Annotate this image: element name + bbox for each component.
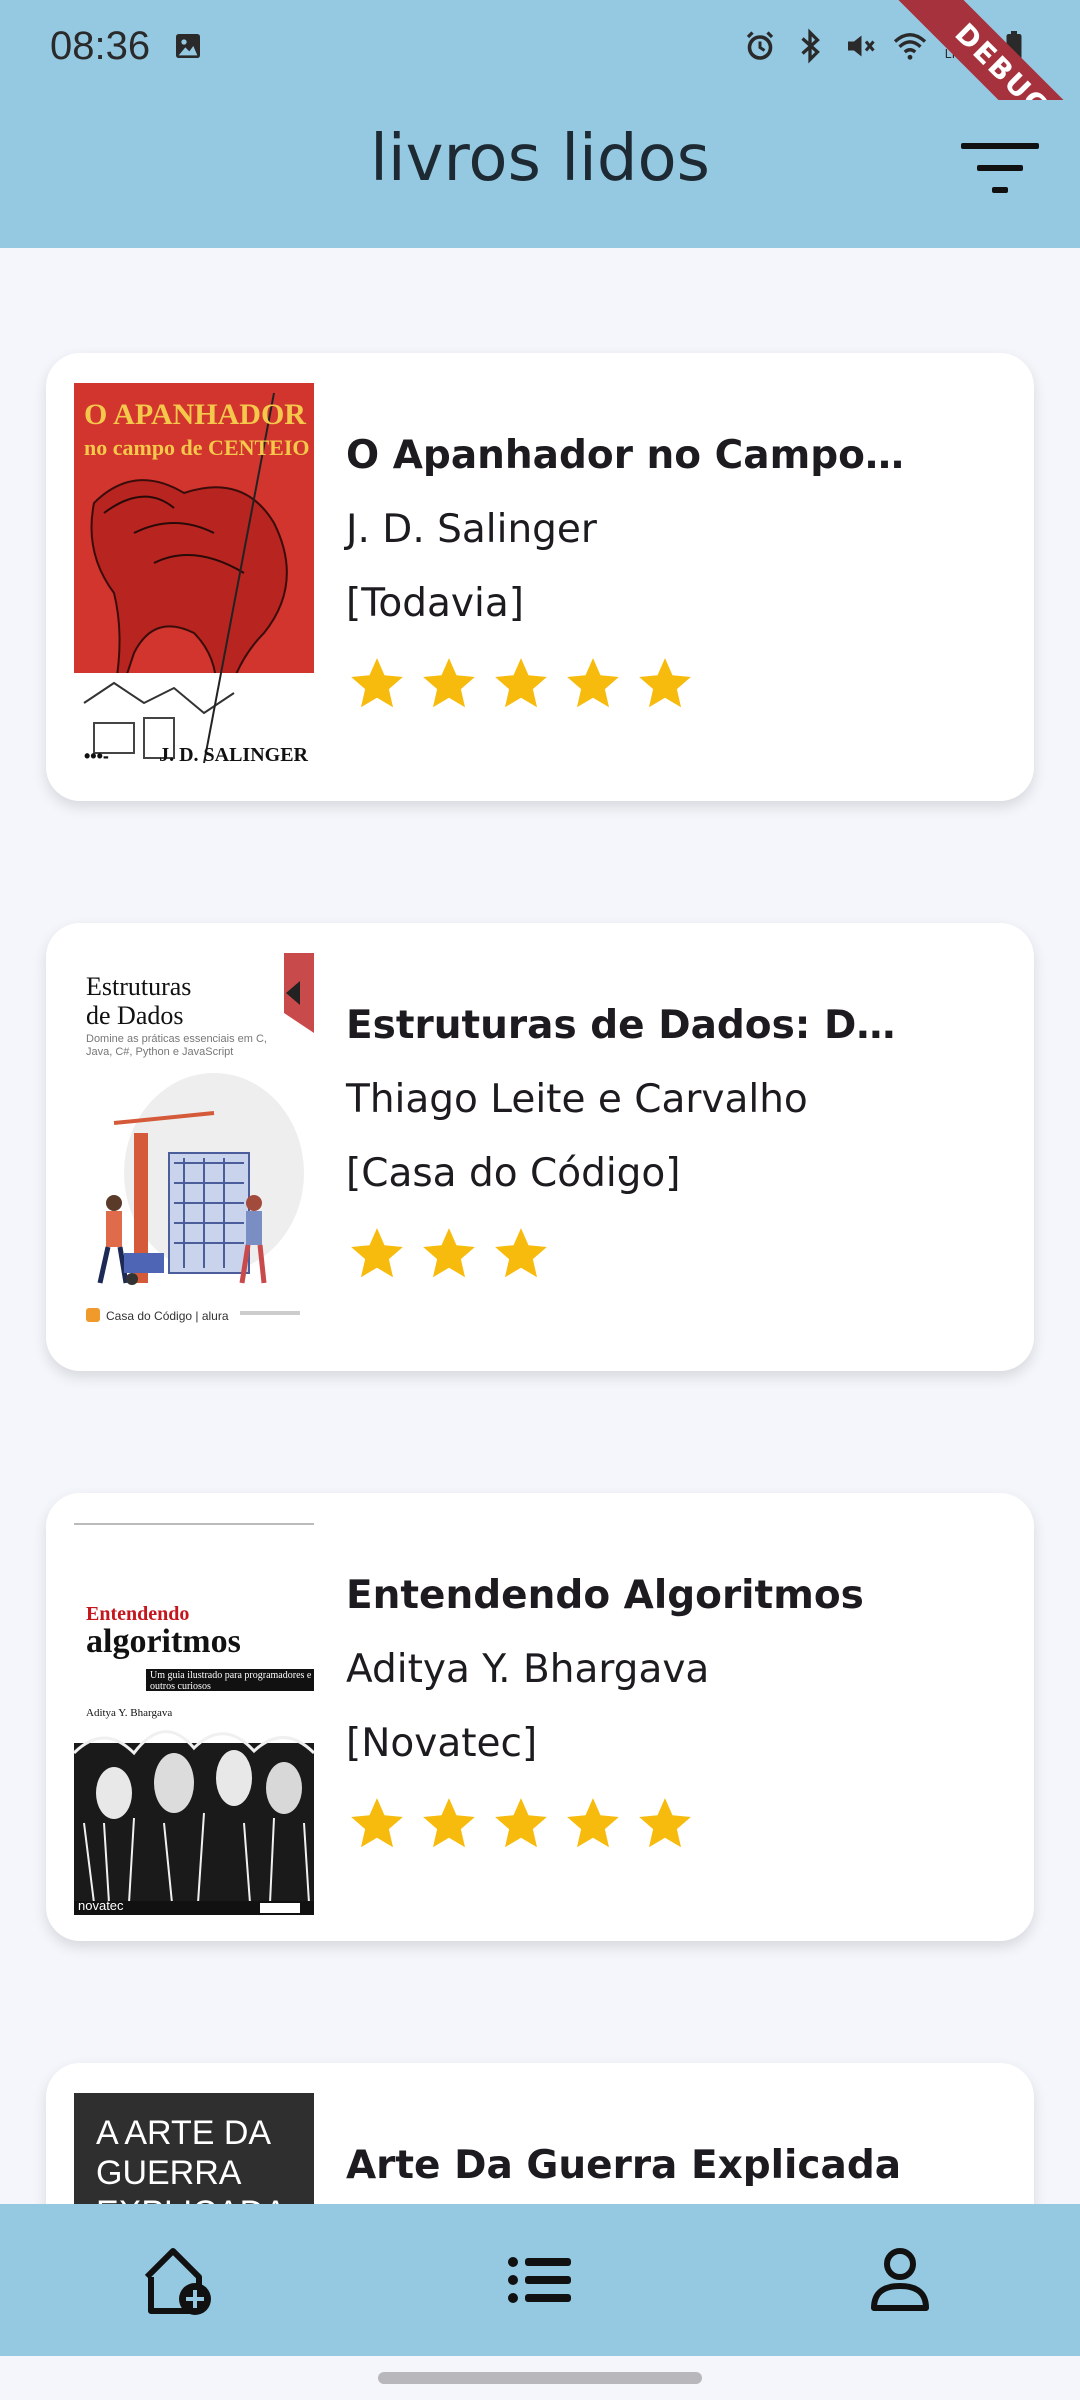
alarm-icon bbox=[746, 31, 774, 60]
gesture-area bbox=[0, 2356, 1080, 2400]
book-author: J. D. Salinger bbox=[346, 507, 597, 552]
cover-title-line2: algoritmos bbox=[86, 1623, 241, 1660]
book-card[interactable]: Entendendo algoritmos Um guia ilustrado … bbox=[46, 1493, 1034, 1941]
cover-mark: •••- bbox=[84, 746, 109, 766]
cover-subtitle: no campo de CENTEIO bbox=[84, 435, 310, 460]
rating-stars bbox=[346, 1223, 994, 1285]
book-cover: Estruturas de Dados Domine as práticas e… bbox=[74, 953, 314, 1345]
star-icon bbox=[423, 1228, 475, 1278]
cover-subtitle: Um guia ilustrado para programadores e o… bbox=[150, 1670, 312, 1692]
star-icon bbox=[351, 658, 403, 708]
rating-stars bbox=[346, 1793, 994, 1855]
cover-title: A ARTE DA bbox=[96, 2114, 272, 2152]
book-title: Entendendo Algoritmos bbox=[346, 1573, 864, 1618]
book-title: O Apanhador no Campo d… bbox=[346, 433, 906, 478]
home-gesture-bar[interactable] bbox=[378, 2372, 702, 2384]
cover-title-line2: de Dados bbox=[86, 1001, 184, 1030]
star-icon bbox=[567, 658, 619, 708]
filter-icon bbox=[961, 143, 1039, 193]
book-author: Aditya Y. Bhargava bbox=[346, 1647, 710, 1692]
cover-publisher: novatec bbox=[78, 1898, 124, 1913]
star-icon bbox=[495, 1228, 547, 1278]
app-bar: livros lidos bbox=[0, 100, 1080, 248]
add-home-icon bbox=[144, 2248, 211, 2315]
cover-title-line3: EXPLICADA bbox=[96, 2193, 287, 2204]
star-icon bbox=[495, 658, 547, 708]
star-icon bbox=[495, 1798, 547, 1848]
book-card[interactable]: A ARTE DA GUERRA EXPLICADA Arte Da Guerr… bbox=[46, 2063, 1034, 2204]
cover-illustration bbox=[74, 1523, 314, 1915]
cover-subtitle: Domine as práticas essenciais em C, Java… bbox=[86, 1033, 267, 1058]
star-icon bbox=[639, 1798, 691, 1848]
book-publisher: [Casa do Código] bbox=[346, 1151, 681, 1196]
person-icon bbox=[871, 2248, 929, 2311]
book-cover: O APANHADOR no campo de CENTEIO •••- J. … bbox=[74, 383, 314, 775]
bottom-navigation bbox=[0, 2204, 1080, 2356]
star-icon bbox=[639, 658, 691, 708]
status-time: 08:36 bbox=[50, 24, 151, 68]
star-icon bbox=[423, 658, 475, 708]
cover-title: O APANHADOR bbox=[84, 398, 306, 431]
page-title: livros lidos bbox=[370, 122, 710, 196]
wifi-icon bbox=[893, 33, 927, 60]
cover-title-line2: GUERRA bbox=[96, 2154, 242, 2192]
book-title: Arte Da Guerra Explicada bbox=[346, 2143, 902, 2188]
nav-profile-button[interactable] bbox=[840, 2220, 960, 2340]
rating-stars bbox=[346, 653, 994, 715]
star-icon bbox=[351, 1228, 403, 1278]
filter-button[interactable] bbox=[956, 130, 1044, 210]
book-author: Thiago Leite e Carvalho bbox=[346, 1077, 808, 1122]
cover-author: Aditya Y. Bhargava bbox=[86, 1707, 173, 1719]
status-bar: 08:36 Vo) LTE D bbox=[0, 0, 1080, 180]
nav-list-button[interactable] bbox=[480, 2220, 600, 2340]
book-card[interactable]: Estruturas de Dados Domine as práticas e… bbox=[46, 923, 1034, 1371]
list-icon bbox=[508, 2257, 571, 2303]
image-icon bbox=[176, 34, 200, 58]
star-icon bbox=[423, 1798, 475, 1848]
book-cover: Entendendo algoritmos Um guia ilustrado … bbox=[74, 1523, 314, 1915]
book-card[interactable]: O APANHADOR no campo de CENTEIO •••- J. … bbox=[46, 353, 1034, 801]
book-publisher: [Todavia] bbox=[346, 581, 524, 626]
star-icon bbox=[351, 1798, 403, 1848]
mute-icon bbox=[848, 35, 875, 57]
book-title: Estruturas de Dados: Dom… bbox=[346, 1003, 906, 1048]
cover-author: J. D. SALINGER bbox=[159, 744, 308, 766]
nav-add-book-button[interactable] bbox=[120, 2220, 240, 2340]
cover-title: Estruturas bbox=[86, 972, 192, 1001]
cover-brand: Casa do Código | alura bbox=[106, 1309, 229, 1323]
star-icon bbox=[567, 1798, 619, 1848]
book-publisher: [Novatec] bbox=[346, 1721, 538, 1766]
bluetooth-icon bbox=[801, 28, 820, 64]
book-cover: A ARTE DA GUERRA EXPLICADA bbox=[74, 2093, 314, 2204]
book-list[interactable]: O APANHADOR no campo de CENTEIO •••- J. … bbox=[0, 248, 1080, 2204]
